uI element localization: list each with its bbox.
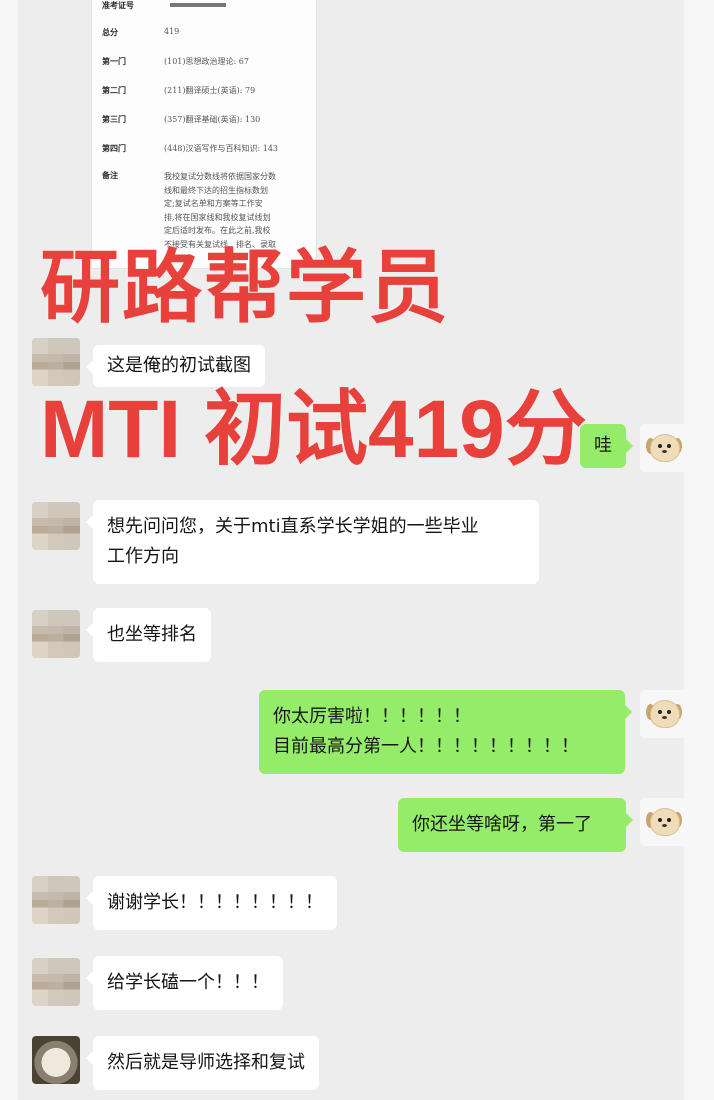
- contact-avatar[interactable]: [32, 338, 80, 386]
- doc-key: 第一门: [102, 56, 126, 66]
- message-bubble-incoming[interactable]: 谢谢学长！！！！！！！！: [86, 876, 337, 930]
- contact-avatar[interactable]: [32, 876, 80, 924]
- message-text: 这是俺的初试截图: [107, 355, 251, 376]
- doc-row-subject-2: 第二门 (211)翻译硕士(英语): 79: [102, 85, 310, 96]
- message-bubble-incoming[interactable]: 也坐等排名: [86, 608, 211, 662]
- contact-avatar-photo[interactable]: [32, 1036, 80, 1084]
- message-text-line: 目前最高分第一人！！！！！！！！！: [273, 736, 579, 757]
- message-text: 谢谢学长！！！！！！！！: [107, 892, 323, 913]
- user-avatar-dog[interactable]: [640, 424, 688, 472]
- message-bubble-outgoing[interactable]: 你还坐等啥呀，第一了: [398, 798, 633, 852]
- message-bubble-incoming[interactable]: 给学长磕一个！！！: [86, 956, 283, 1010]
- chat-right-margin: [684, 0, 714, 1100]
- score-report-image[interactable]: 准考证号 总分 419 第一门 (101)思想政治理论: 67 第二门 (211…: [92, 0, 316, 268]
- doc-value: 419: [164, 27, 180, 36]
- doc-value: (357)翻译基础(英语): 130: [164, 115, 261, 124]
- message-text: 然后就是导师选择和复试: [107, 1052, 305, 1073]
- doc-row-subject-4: 第四门 (448)汉语写作与百科知识: 143: [102, 143, 310, 154]
- doc-key: 总分: [102, 27, 118, 37]
- doc-key: 第二门: [102, 85, 126, 95]
- message-bubble-incoming[interactable]: 然后就是导师选择和复试: [86, 1036, 319, 1090]
- doc-value: (211)翻译硕士(英语): 79: [164, 86, 256, 95]
- message-bubble-incoming[interactable]: 想先问问您，关于mti直系学长学姐的一些毕业 工作方向: [86, 500, 539, 584]
- message-text: 给学长磕一个！！！: [107, 972, 269, 993]
- contact-avatar[interactable]: [32, 610, 80, 658]
- message-text-line: 想先问问您，关于mti直系学长学姐的一些毕业: [107, 516, 479, 537]
- doc-row-total: 总分 419: [102, 27, 310, 38]
- doc-key: 第四门: [102, 143, 126, 153]
- doc-key: 第三门: [102, 114, 126, 124]
- message-bubble-outgoing[interactable]: 你太厉害啦！！！！！！ 目前最高分第一人！！！！！！！！！: [259, 690, 632, 774]
- contact-avatar[interactable]: [32, 958, 80, 1006]
- doc-row-subject-3: 第三门 (357)翻译基础(英语): 130: [102, 114, 310, 125]
- message-text-line: 你太厉害啦！！！！！！: [273, 706, 471, 727]
- contact-avatar[interactable]: [32, 502, 80, 550]
- doc-value: (101)思想政治理论: 67: [164, 57, 249, 66]
- chat-left-margin: [0, 0, 18, 1100]
- doc-value: (448)汉语写作与百科知识: 143: [164, 144, 279, 153]
- message-text: 也坐等排名: [107, 624, 197, 645]
- message-text: 你还坐等啥呀，第一了: [412, 814, 592, 835]
- promo-overlay-score: MTI 初试419分: [40, 384, 587, 475]
- user-avatar-dog[interactable]: [640, 690, 688, 738]
- doc-row-subject-1: 第一门 (101)思想政治理论: 67: [102, 56, 310, 67]
- user-avatar-dog[interactable]: [640, 798, 688, 846]
- doc-key: 准考证号: [102, 0, 134, 10]
- promo-overlay-title: 研路帮学员: [40, 243, 450, 332]
- message-text-line: 工作方向: [107, 546, 179, 567]
- doc-row-exam-id: 准考证号: [102, 0, 310, 11]
- doc-redacted-value: [164, 0, 310, 11]
